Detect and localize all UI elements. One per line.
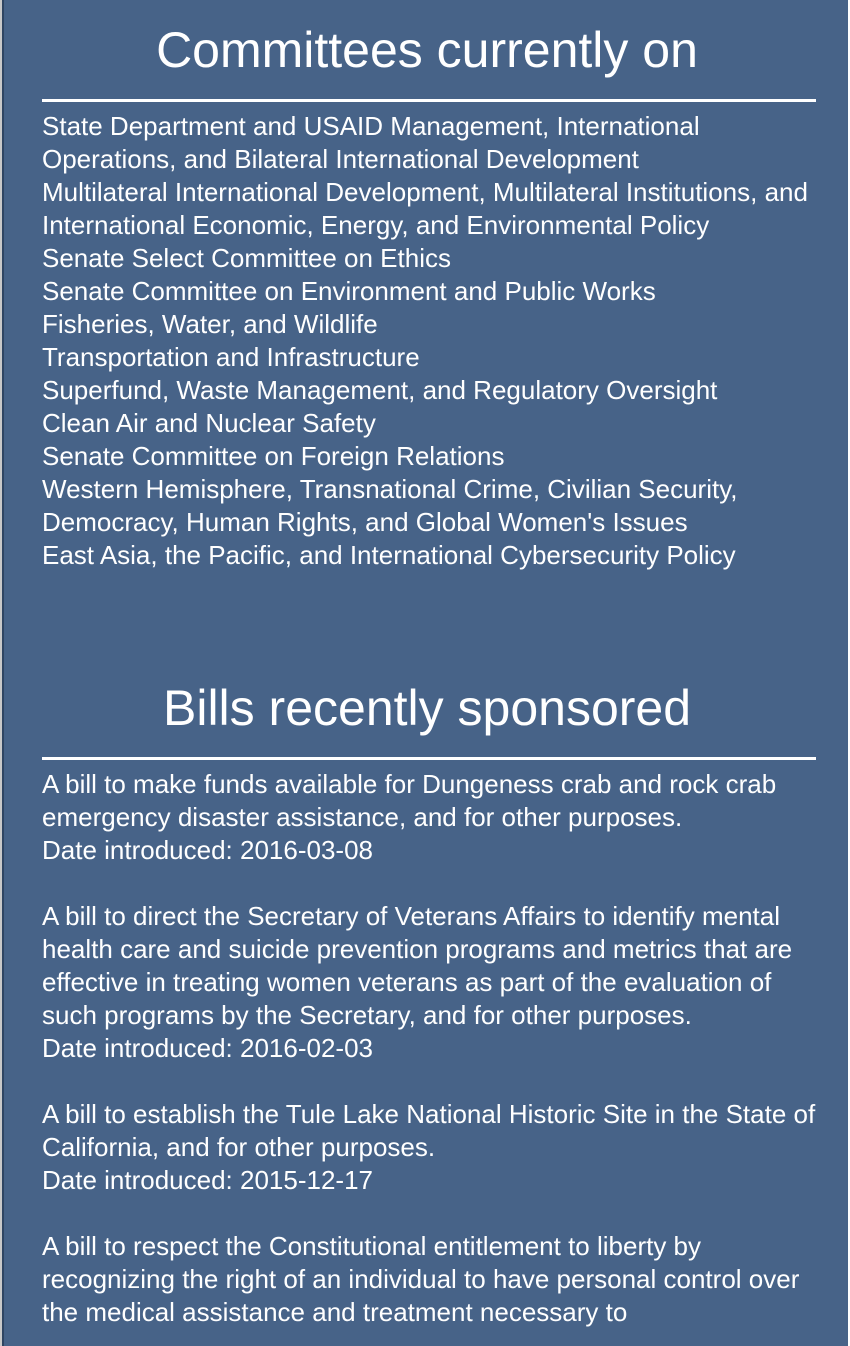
bill-item: A bill to establish the Tule Lake Nation… <box>42 1098 832 1197</box>
committee-item: Multilateral International Development, … <box>42 177 808 240</box>
committees-divider <box>42 99 816 102</box>
committee-item: Clean Air and Nuclear Safety <box>42 408 376 438</box>
committees-heading: Committees currently on <box>156 22 698 78</box>
bill-date: Date introduced: 2015-12-17 <box>42 1165 374 1195</box>
committee-item: Superfund, Waste Management, and Regulat… <box>42 375 718 405</box>
detail-panel[interactable]: Committees currently on State Department… <box>2 0 848 1346</box>
bill-item: A bill to make funds available for Dunge… <box>42 768 832 867</box>
bill-title: A bill to make funds available for Dunge… <box>42 769 777 832</box>
committee-item: Senate Select Committee on Ethics <box>42 243 451 273</box>
committee-item: State Department and USAID Management, I… <box>42 111 700 174</box>
bill-date: Date introduced: 2016-02-03 <box>42 1033 374 1063</box>
bills-divider <box>42 757 816 760</box>
committee-item: Fisheries, Water, and Wildlife <box>42 309 378 339</box>
bill-date: Date introduced: 2016-03-08 <box>42 835 374 865</box>
bill-list: A bill to make funds available for Dunge… <box>42 768 832 1346</box>
committee-item: Senate Committee on Environment and Publ… <box>42 276 656 306</box>
bill-title: A bill to establish the Tule Lake Nation… <box>42 1099 816 1162</box>
bill-title: A bill to direct the Secretary of Vetera… <box>42 901 793 1030</box>
bill-item: A bill to respect the Constitutional ent… <box>42 1230 832 1329</box>
bill-title: A bill to respect the Constitutional ent… <box>42 1231 800 1327</box>
committee-item: Senate Committee on Foreign Relations <box>42 441 505 471</box>
bills-heading: Bills recently sponsored <box>162 680 692 736</box>
committee-item: East Asia, the Pacific, and Internationa… <box>42 540 736 570</box>
committee-item: Transportation and Infrastructure <box>42 342 420 372</box>
committee-list: State Department and USAID Management, I… <box>42 110 832 572</box>
committee-item: Western Hemisphere, Transnational Crime,… <box>42 474 738 537</box>
bill-item: A bill to direct the Secretary of Vetera… <box>42 900 832 1065</box>
